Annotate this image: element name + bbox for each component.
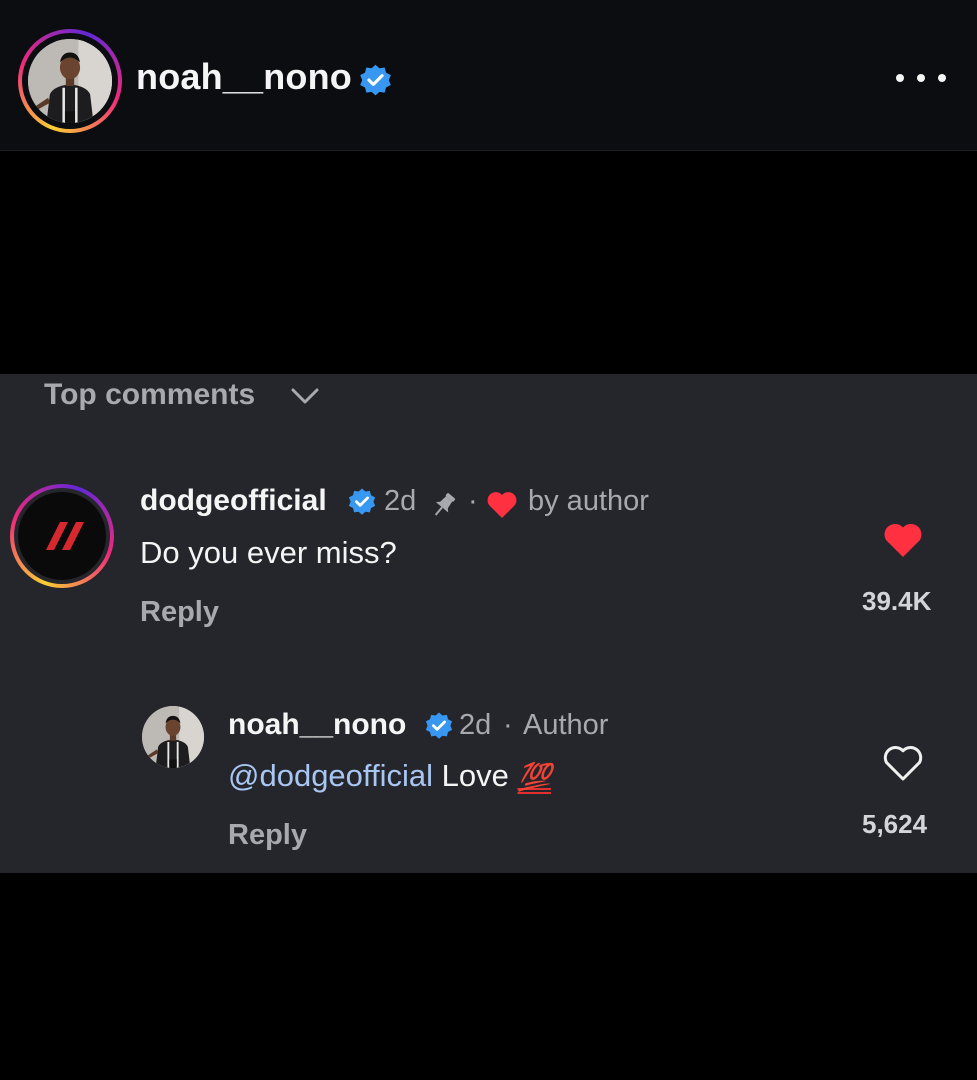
reply-button[interactable]: Reply	[228, 819, 307, 852]
dodge-logo-icon	[18, 492, 106, 580]
like-heart-filled-icon[interactable]	[881, 521, 925, 559]
verified-badge-icon	[360, 64, 391, 96]
like-count: 39.4K	[862, 586, 932, 616]
liked-by-author-label: by author	[528, 485, 649, 517]
comment-username[interactable]: dodgeofficial	[140, 484, 327, 518]
liked-by-author-heart-icon	[487, 492, 517, 518]
mention-link[interactable]: @dodgeofficial	[228, 758, 433, 793]
comment-text: Do you ever miss?	[140, 535, 397, 570]
like-count: 5,624	[862, 809, 928, 839]
sort-comments-dropdown[interactable]: Top comments	[44, 378, 255, 412]
meta-separator: ·	[468, 485, 478, 517]
verified-badge-icon	[348, 488, 376, 515]
avatar-photo-icon	[142, 706, 204, 768]
reply-button[interactable]: Reply	[140, 596, 219, 629]
hundred-points-emoji: 💯	[517, 762, 552, 792]
header-username[interactable]: noah__nono	[136, 56, 352, 98]
reply-time: 2d	[459, 709, 492, 741]
story-ring[interactable]	[18, 29, 122, 133]
chevron-down-icon[interactable]	[290, 386, 320, 406]
avatar-photo-icon	[28, 39, 112, 123]
more-options-icon[interactable]	[896, 60, 946, 96]
verified-badge-icon	[425, 712, 453, 739]
meta-separator: ·	[503, 709, 513, 741]
post-header: noah__nono	[0, 0, 977, 151]
like-heart-outline-icon[interactable]	[881, 744, 925, 782]
comment-time: 2d	[384, 485, 417, 517]
commenter-avatar[interactable]	[10, 484, 114, 588]
reply-username[interactable]: noah__nono	[228, 708, 406, 742]
author-label: Author	[523, 709, 609, 741]
reply-text-body: Love	[441, 758, 509, 793]
pin-icon	[434, 493, 456, 516]
reply-text: @dodgeofficial Love 💯	[228, 758, 551, 794]
avatar[interactable]	[28, 39, 112, 123]
reply-avatar[interactable]	[142, 706, 204, 768]
bottom-blank-area	[0, 873, 977, 1080]
